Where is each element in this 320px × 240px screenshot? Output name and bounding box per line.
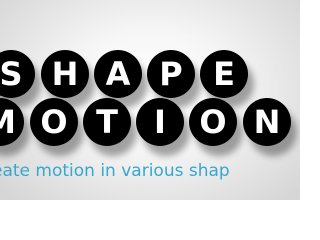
- tagline: eate motion in various shap: [0, 161, 230, 181]
- disc-letter: I: [154, 103, 166, 141]
- disc-letter: O: [40, 103, 68, 141]
- letter-disc: O: [189, 98, 237, 146]
- disc-letter: O: [199, 103, 227, 141]
- disc-letter: S: [0, 55, 23, 93]
- letter-disc: T: [83, 98, 131, 146]
- letter-disc: A: [94, 50, 142, 98]
- shape-motion-banner: S H A P E M O T I O N eate motion in var…: [0, 0, 300, 200]
- letter-disc: P: [147, 50, 195, 98]
- disc-letter: A: [105, 55, 131, 93]
- disc-letter: M: [0, 103, 16, 141]
- disc-letter: H: [51, 55, 79, 93]
- letter-disc: M: [0, 98, 24, 146]
- disc-letter: N: [253, 103, 281, 141]
- disc-letter: T: [96, 103, 118, 141]
- disc-letter: P: [159, 55, 183, 93]
- letter-disc: E: [200, 50, 248, 98]
- disc-letter: E: [213, 55, 235, 93]
- title-line-shape: S H A P E: [0, 50, 300, 100]
- letter-disc: H: [41, 50, 89, 98]
- letter-disc: O: [30, 98, 78, 146]
- letter-disc: N: [243, 98, 291, 146]
- letter-disc: I: [136, 98, 184, 146]
- letter-disc: S: [0, 50, 35, 98]
- title-line-motion: M O T I O N: [0, 98, 300, 148]
